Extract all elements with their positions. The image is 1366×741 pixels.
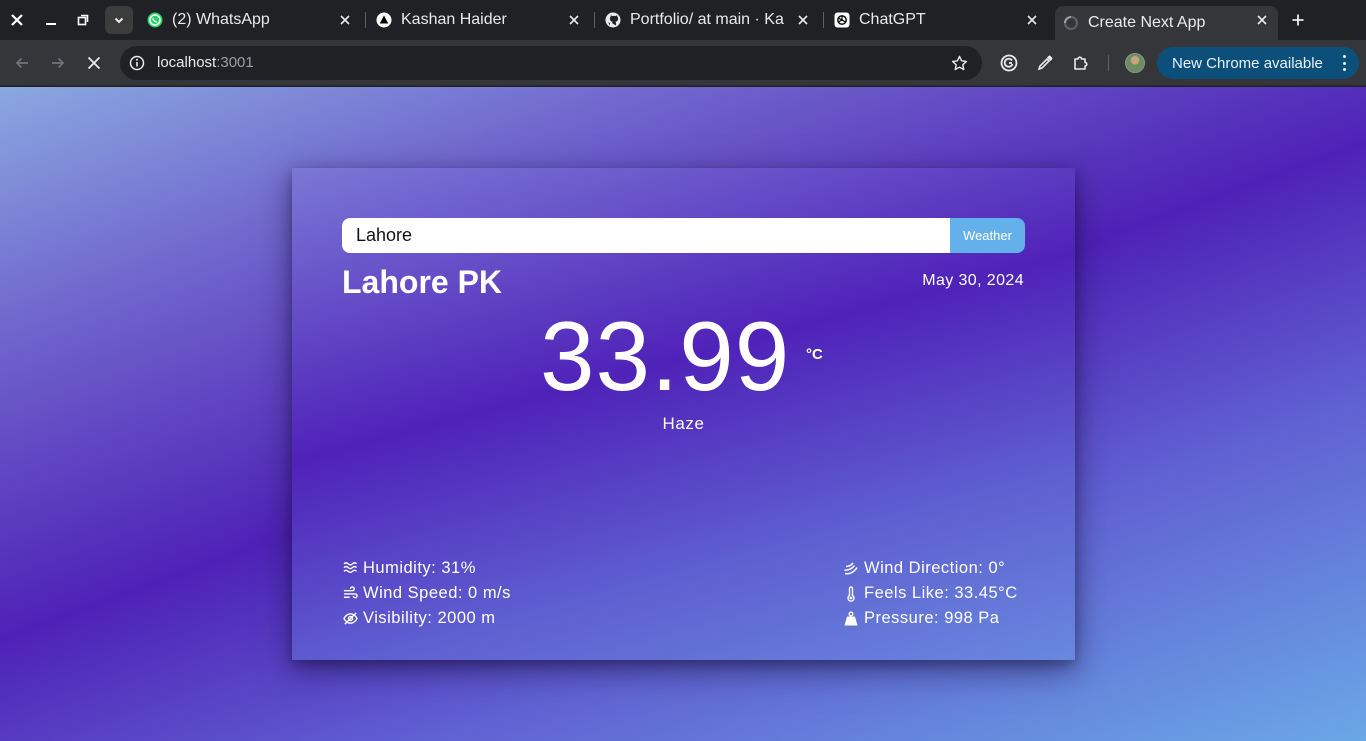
thermometer-icon xyxy=(843,585,859,602)
wind-icon xyxy=(342,586,358,602)
wind-speed-text: Wind Speed: 0 m/s xyxy=(363,584,511,602)
new-tab-icon[interactable] xyxy=(1288,8,1308,32)
restore-window-icon[interactable] xyxy=(69,6,97,34)
chatgpt-icon xyxy=(834,12,850,28)
bookmark-star-icon[interactable] xyxy=(950,54,968,72)
back-arrow-icon[interactable] xyxy=(11,52,33,74)
forward-arrow-icon[interactable] xyxy=(47,52,69,74)
stop-loading-icon[interactable] xyxy=(83,52,105,74)
temperature-block: 33.99 °C xyxy=(292,306,1075,406)
tab-close-icon[interactable] xyxy=(1024,12,1040,28)
city-search-input[interactable] xyxy=(342,218,950,253)
stat-pressure: Pressure: 998 Pa xyxy=(843,606,1018,631)
stats-right: Wind Direction: 0° Feels Like: 33.45°C P… xyxy=(843,556,1018,631)
current-date: May 30, 2024 xyxy=(922,272,1024,289)
tab-kashan-haider[interactable]: Kashan Haider xyxy=(376,6,582,34)
triangle-logo-icon xyxy=(376,12,392,28)
tab-divider xyxy=(594,12,595,28)
close-window-icon[interactable] xyxy=(3,6,31,34)
visibility-off-icon xyxy=(342,611,358,627)
stats-left: Humidity: 31% Wind Speed: 0 m/s Visibili… xyxy=(342,556,511,631)
eyedropper-icon[interactable] xyxy=(1034,52,1056,74)
stat-humidity: Humidity: 31% xyxy=(342,556,511,581)
tab-label: (2) WhatsApp xyxy=(172,11,270,28)
stat-wind-direction: Wind Direction: 0° xyxy=(843,556,1018,581)
pressure-text: Pressure: 998 Pa xyxy=(864,609,1000,627)
chevron-down-icon xyxy=(114,17,124,24)
temperature-value: 33.99 xyxy=(540,301,791,411)
tab-close-icon[interactable] xyxy=(337,12,353,28)
url-host: localhost xyxy=(157,54,217,71)
feels-like-text: Feels Like: 33.45°C xyxy=(864,584,1018,602)
weather-card: Weather Lahore PK May 30, 2024 33.99 °C … xyxy=(292,168,1075,660)
tab-label: Kashan Haider xyxy=(401,11,507,28)
extensions-puzzle-icon[interactable] xyxy=(1070,52,1092,74)
wind-direction-icon xyxy=(843,561,859,577)
minimize-window-icon[interactable] xyxy=(37,6,65,34)
tab-divider xyxy=(365,12,366,28)
tab-github-portfolio[interactable]: Portfolio/ at main · Ka xyxy=(605,6,811,34)
tab-create-next-app[interactable]: Create Next App xyxy=(1055,6,1278,40)
new-chrome-available-button[interactable]: New Chrome available xyxy=(1157,47,1359,79)
humidity-text: Humidity: 31% xyxy=(363,559,476,577)
visibility-text: Visibility: 2000 m xyxy=(363,609,496,627)
tab-label: Portfolio/ at main · Ka xyxy=(630,11,784,28)
tab-strip: (2) WhatsApp Kashan Haider Portfolio/ at… xyxy=(0,0,1366,40)
more-vert-icon[interactable] xyxy=(1341,55,1347,71)
address-bar[interactable]: localhost:3001 xyxy=(120,46,982,80)
pressure-weight-icon xyxy=(843,611,859,627)
tab-close-icon[interactable] xyxy=(795,12,811,28)
url-text: localhost:3001 xyxy=(157,54,254,72)
stat-wind-speed: Wind Speed: 0 m/s xyxy=(342,581,511,606)
humidity-waves-icon xyxy=(342,561,358,577)
stat-visibility: Visibility: 2000 m xyxy=(342,606,511,631)
tab-search-button[interactable] xyxy=(105,6,133,34)
toolbar-divider xyxy=(1108,55,1109,71)
google-lens-icon[interactable] xyxy=(998,52,1020,74)
update-label: New Chrome available xyxy=(1172,54,1323,72)
weather-button[interactable]: Weather xyxy=(950,218,1025,253)
loading-spinner-icon xyxy=(1063,15,1079,31)
page-viewport: Weather Lahore PK May 30, 2024 33.99 °C … xyxy=(0,87,1366,741)
location-title: Lahore PK xyxy=(342,264,503,300)
wind-direction-text: Wind Direction: 0° xyxy=(864,559,1006,577)
tab-whatsapp[interactable]: (2) WhatsApp xyxy=(147,6,353,34)
whatsapp-icon xyxy=(147,12,163,28)
tab-label: Create Next App xyxy=(1088,14,1206,31)
profile-avatar[interactable] xyxy=(1125,53,1145,73)
tab-chatgpt[interactable]: ChatGPT xyxy=(834,6,1040,34)
tab-divider xyxy=(823,12,824,28)
stat-feels-like: Feels Like: 33.45°C xyxy=(843,581,1018,606)
url-port: :3001 xyxy=(216,54,254,71)
search-form: Weather xyxy=(342,218,1025,253)
github-icon xyxy=(605,12,621,28)
site-info-icon[interactable] xyxy=(128,54,146,72)
tab-close-icon[interactable] xyxy=(1254,12,1270,28)
tab-label: ChatGPT xyxy=(859,11,926,28)
temperature-unit: °C xyxy=(806,346,823,363)
tab-close-icon[interactable] xyxy=(566,12,582,28)
weather-condition: Haze xyxy=(662,414,705,433)
browser-toolbar: localhost:3001 New Chrome available xyxy=(0,40,1366,86)
